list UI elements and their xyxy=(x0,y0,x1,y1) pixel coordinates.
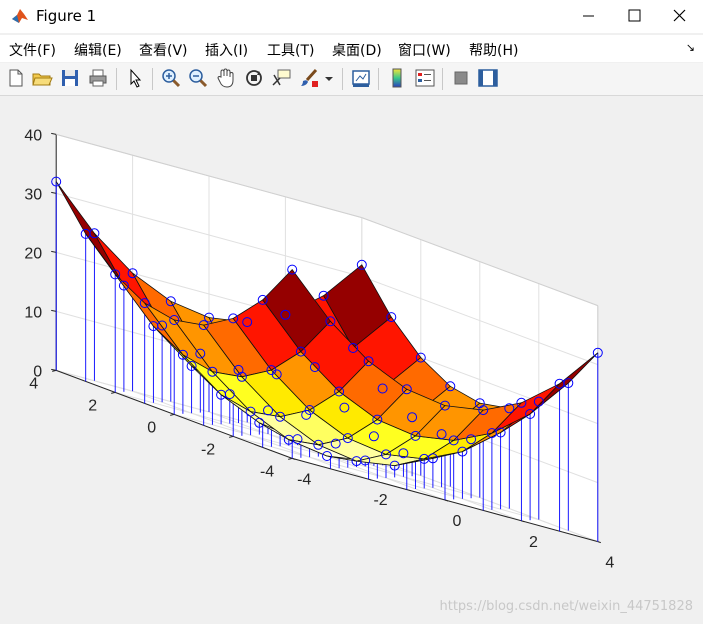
z-tick-mark xyxy=(51,191,57,194)
toolbar-separator xyxy=(378,68,379,90)
zoom-out-icon[interactable] xyxy=(187,67,209,89)
z-tick-mark xyxy=(51,368,57,371)
menu-insert[interactable]: 插入(I) xyxy=(205,40,248,60)
rotate-3d-icon[interactable] xyxy=(243,67,265,89)
z-tick-label: 20 xyxy=(24,245,42,262)
surface-plot[interactable]: 010203040-4-2024-4-2024 xyxy=(0,96,703,624)
toolbar-separator xyxy=(116,68,117,90)
menu-view[interactable]: 查看(V) xyxy=(139,40,188,60)
zoom-in-icon[interactable] xyxy=(160,67,182,89)
print-icon[interactable] xyxy=(87,67,109,89)
toolbar-separator xyxy=(442,68,443,90)
figure-canvas[interactable]: 0 10 20 30 40 -4 -2 0 2 4 -4 -2 0 2 4 https://blog.csd… xyxy=(0,96,703,624)
z-tick-label: 30 xyxy=(24,186,42,203)
colorbar-icon[interactable] xyxy=(386,67,408,89)
x-tick-label: 0 xyxy=(453,513,462,530)
watermark-text: https://blog.csdn.net/weixin_44751828 xyxy=(439,599,693,614)
y-tick-label: 0 xyxy=(147,419,156,436)
y-tick-label: -4 xyxy=(260,463,274,480)
minimize-button[interactable] xyxy=(565,0,611,33)
x-tick-label: 2 xyxy=(529,534,538,551)
menu-edit[interactable]: 编辑(E) xyxy=(74,40,122,60)
y-tick-label: -2 xyxy=(201,441,215,458)
z-tick-label: 40 xyxy=(24,127,42,144)
menu-bar: 文件(F) 编辑(E) 查看(V) 插入(I) 工具(T) 桌面(D) 窗口(W… xyxy=(0,35,703,62)
x-tick-label: -4 xyxy=(297,471,311,488)
toolbar xyxy=(0,63,703,96)
open-icon[interactable] xyxy=(31,67,53,89)
y-tick-mark xyxy=(111,391,116,394)
menu-tools[interactable]: 工具(T) xyxy=(267,40,314,60)
z-tick-label: 10 xyxy=(24,304,42,321)
pan-icon[interactable] xyxy=(215,67,237,89)
menu-desktop[interactable]: 桌面(D) xyxy=(332,40,382,60)
window-title: Figure 1 xyxy=(36,7,97,25)
z-tick-mark xyxy=(51,132,57,135)
z-tick-mark xyxy=(51,250,57,253)
pointer-icon[interactable] xyxy=(124,67,146,89)
x-tick-label: 4 xyxy=(605,555,614,572)
legend-icon[interactable] xyxy=(414,67,436,89)
y-tick-label: 4 xyxy=(29,375,38,392)
y-tick-mark xyxy=(229,435,234,438)
save-icon[interactable] xyxy=(59,67,81,89)
menu-help[interactable]: 帮助(H) xyxy=(469,40,518,60)
menu-file[interactable]: 文件(F) xyxy=(9,40,56,60)
matlab-logo-icon xyxy=(12,9,28,23)
data-cursor-icon[interactable] xyxy=(270,67,292,89)
y-tick-label: 2 xyxy=(88,397,97,414)
y-tick-mark xyxy=(170,413,175,416)
z-tick-mark xyxy=(51,309,57,312)
menu-window[interactable]: 窗口(W) xyxy=(398,40,451,60)
toolbar-separator xyxy=(342,68,343,90)
link-plot-icon[interactable] xyxy=(350,67,372,89)
show-plot-tools-icon[interactable] xyxy=(477,67,499,89)
close-button[interactable] xyxy=(657,0,703,33)
y-tick-mark xyxy=(288,457,293,460)
new-figure-icon[interactable] xyxy=(5,67,27,89)
maximize-button[interactable] xyxy=(611,0,657,33)
title-bar: Figure 1 xyxy=(0,0,703,33)
x-tick-mark xyxy=(597,541,601,544)
hide-plot-tools-icon[interactable] xyxy=(450,67,472,89)
x-tick-label: -2 xyxy=(373,492,387,509)
dock-arrow-icon[interactable]: ↘ xyxy=(686,41,695,54)
brush-dropdown-icon[interactable] xyxy=(322,67,336,89)
toolbar-separator xyxy=(152,68,153,90)
brush-icon[interactable] xyxy=(298,67,320,89)
